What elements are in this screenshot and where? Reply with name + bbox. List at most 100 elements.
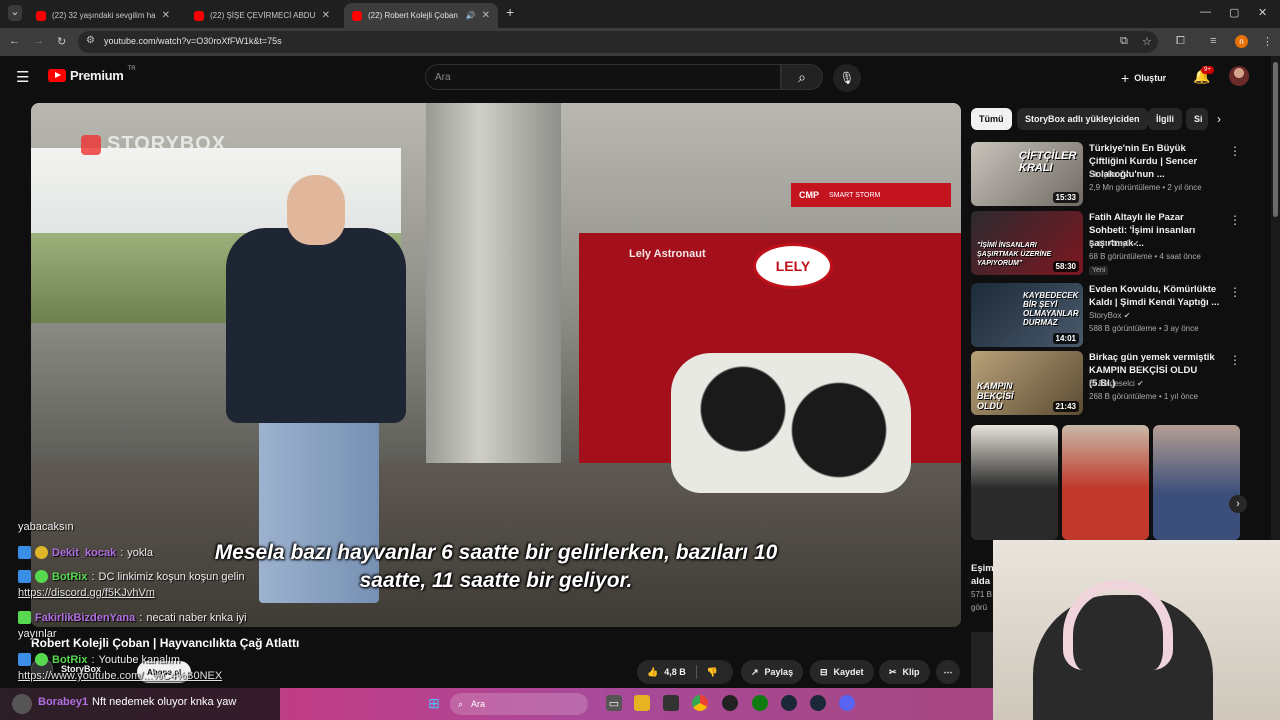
profile-avatar[interactable]: n [1235,35,1248,48]
tab-search-icon[interactable]: ⌄ [8,5,22,21]
search-input[interactable]: Ara [425,64,781,90]
chrome-icon[interactable] [692,695,708,711]
more-horizontal-icon: ⋯ [943,666,953,677]
recommendation-channel[interactable]: Fatih Altaylı ✔ [1089,239,1139,248]
lely-logo: LELY [753,243,833,289]
chat-link[interactable]: https://www.youtube.com/...%C4%B0NEX [18,670,222,682]
search-button[interactable]: ⌕ [781,64,823,90]
maximize-icon[interactable]: ▢ [1229,6,1239,19]
chip-partial[interactable]: Si [1186,108,1208,130]
recommendation-title[interactable]: Evden Kovuldu, Kömürlükte Kaldı | Şimdi … [1089,283,1224,309]
thumbs-up-icon[interactable]: 👍 [647,667,658,678]
close-window-icon[interactable]: ✕ [1258,6,1267,19]
chat-username: BotRix [52,653,88,666]
browser-menu-icon[interactable]: ⋮ [1262,35,1273,48]
extensions-icon[interactable]: ⧠ [1176,35,1185,48]
reading-list-icon[interactable]: ≡ [1210,35,1216,47]
windows-start-icon[interactable]: ⊞ [426,695,442,711]
voice-search-button[interactable]: 🎙 [833,64,861,92]
account-avatar[interactable] [1229,66,1249,86]
thumbnail-text: KAMPIN BEKÇİSİ OLDU [977,381,1014,411]
more-vertical-icon[interactable]: ⋮ [1229,213,1241,227]
shorts-next-icon[interactable]: › [1229,495,1247,513]
close-tab-icon[interactable]: ✕ [482,10,490,21]
like-count[interactable]: 4,8 B [664,667,686,677]
reload-icon[interactable]: ↻ [57,35,66,48]
recommendation-item[interactable]: "İŞİMİ İNSANLARI ŞAŞIRTMAK ÜZERİNE YAPIY… [971,211,1241,275]
robot-label: Lely Astronaut [629,248,706,260]
video-player[interactable]: CMP SMART STORM Lely Astronaut LELY STORY… [31,103,961,627]
task-view-icon[interactable]: ▭ [606,695,622,711]
cmp-sign: CMP SMART STORM [791,183,951,207]
subtitle-line-1: Mesela bazı hayvanlar 6 saatte bir gelir… [214,541,778,564]
webcam-overlay [993,540,1280,720]
chat-message-latest: Borabey1 Nft nedemek oluyor knka yaw [0,688,280,720]
steam-icon[interactable] [781,695,797,711]
address-bar[interactable]: ⚙ youtube.com/watch?v=O30roXfFW1k&t=75s … [78,31,1158,53]
more-vertical-icon[interactable]: ⋮ [1229,285,1241,299]
search-icon: ⌕ [458,698,464,709]
chip-related[interactable]: İlgili [1148,108,1182,130]
site-info-icon[interactable]: ⚙ [86,35,95,46]
farmer-head [287,175,345,245]
share-button[interactable]: ↗ Paylaş [741,660,804,684]
steam-icon-2[interactable] [810,695,826,711]
storybox-watermark: STORYBOX [81,133,226,156]
new-badge: Yeni [1089,266,1109,275]
back-icon[interactable]: ← [9,35,20,47]
thumbs-down-icon[interactable]: 👎 [707,667,718,678]
new-tab-icon[interactable]: + [506,4,514,20]
recommendation-item[interactable]: KAYBEDECEK BİR ŞEYİ OLMAYANLAR DURMAZ 14… [971,283,1241,347]
thumbnail-text: KAYBEDECEK BİR ŞEYİ OLMAYANLAR DURMAZ [1023,291,1079,327]
video-thumbnail[interactable]: KAYBEDECEK BİR ŞEYİ OLMAYANLAR DURMAZ 14… [971,283,1083,347]
recommendation-channel[interactable]: StoryBox ✔ [1089,311,1130,320]
chat-text: Nft nedemek oluyor knka yaw [92,696,237,708]
chip-all[interactable]: Tümü [971,108,1012,130]
short-thumbnail[interactable] [971,425,1058,540]
chat-bot-badge-icon [35,570,48,583]
recommendation-channel[interactable]: Bi Belgeselci ✔ [1089,379,1144,388]
thumbnail-text: ÇİFTÇİLER KRALI [1019,150,1077,174]
app-icon[interactable] [722,695,738,711]
clip-button[interactable]: ✂ Klip [879,660,930,684]
taskbar-search[interactable]: ⌕ Ara [450,693,588,715]
tab-3-active[interactable]: (22) Robert Kolejli Çoban | H 🔊 ✕ [344,3,498,28]
chat-text: Youtube kanalım [98,653,181,666]
more-vertical-icon[interactable]: ⋮ [1229,144,1241,158]
store-icon[interactable] [663,695,679,711]
short-thumbnail[interactable] [1062,425,1149,540]
chip-from-uploader[interactable]: StoryBox adlı yükleyiciden [1017,108,1148,130]
cast-icon[interactable]: ⧉ [1120,35,1128,48]
discord-icon[interactable] [839,695,855,711]
tab-2[interactable]: (22) ŞİŞE ÇEVİRMECİ ABDURRA ✕ [186,3,338,28]
recommendation-item[interactable]: KAMPIN BEKÇİSİ OLDU 21:43 Birkaç gün yem… [971,351,1241,415]
forward-icon[interactable]: → [33,35,44,47]
youtube-header: ☰ Premium TR Ara ⌕ 🎙 + Oluştur 🔔 9+ [0,56,1270,98]
close-tab-icon[interactable]: ✕ [322,10,330,21]
more-vertical-icon[interactable]: ⋮ [1229,353,1241,367]
minimize-icon[interactable]: — [1200,6,1211,18]
hamburger-menu-icon[interactable]: ☰ [16,68,29,86]
youtube-logo[interactable]: Premium TR [48,66,136,83]
recommendation-channel[interactable]: StoryBox ✔ [1089,170,1130,179]
chat-platform-icon [18,546,31,559]
video-thumbnail[interactable]: "İŞİMİ İNSANLARI ŞAŞIRTMAK ÜZERİNE YAPIY… [971,211,1083,275]
partial-thumbnail[interactable] [971,632,993,688]
video-thumbnail[interactable]: KAMPIN BEKÇİSİ OLDU 21:43 [971,351,1083,415]
partial-recommendation[interactable]: Eşim alda 571 B görü [971,562,994,614]
chat-link[interactable]: https://discord.gg/f5KJvhVm [18,587,155,599]
close-tab-icon[interactable]: ✕ [162,10,170,21]
scrollbar-thumb[interactable] [1273,62,1278,217]
tab-1[interactable]: (22) 32 yaşındaki sevgilim ham ✕ [28,3,178,28]
audio-playing-icon[interactable]: 🔊 [466,11,476,20]
bookmark-star-icon[interactable]: ☆ [1142,35,1152,48]
short-thumbnail[interactable] [1153,425,1240,540]
file-explorer-icon[interactable] [634,695,650,711]
xbox-icon[interactable] [752,695,768,711]
create-button[interactable]: + Oluştur [1113,67,1174,89]
more-actions-button[interactable]: ⋯ [936,660,960,684]
chevron-right-icon[interactable]: › [1217,112,1221,126]
recommendation-item[interactable]: ÇİFTÇİLER KRALI 15:33 Türkiye'nin En Büy… [971,142,1241,206]
save-button[interactable]: ⊟ Kaydet [810,660,874,684]
video-thumbnail[interactable]: ÇİFTÇİLER KRALI 15:33 [971,142,1083,206]
